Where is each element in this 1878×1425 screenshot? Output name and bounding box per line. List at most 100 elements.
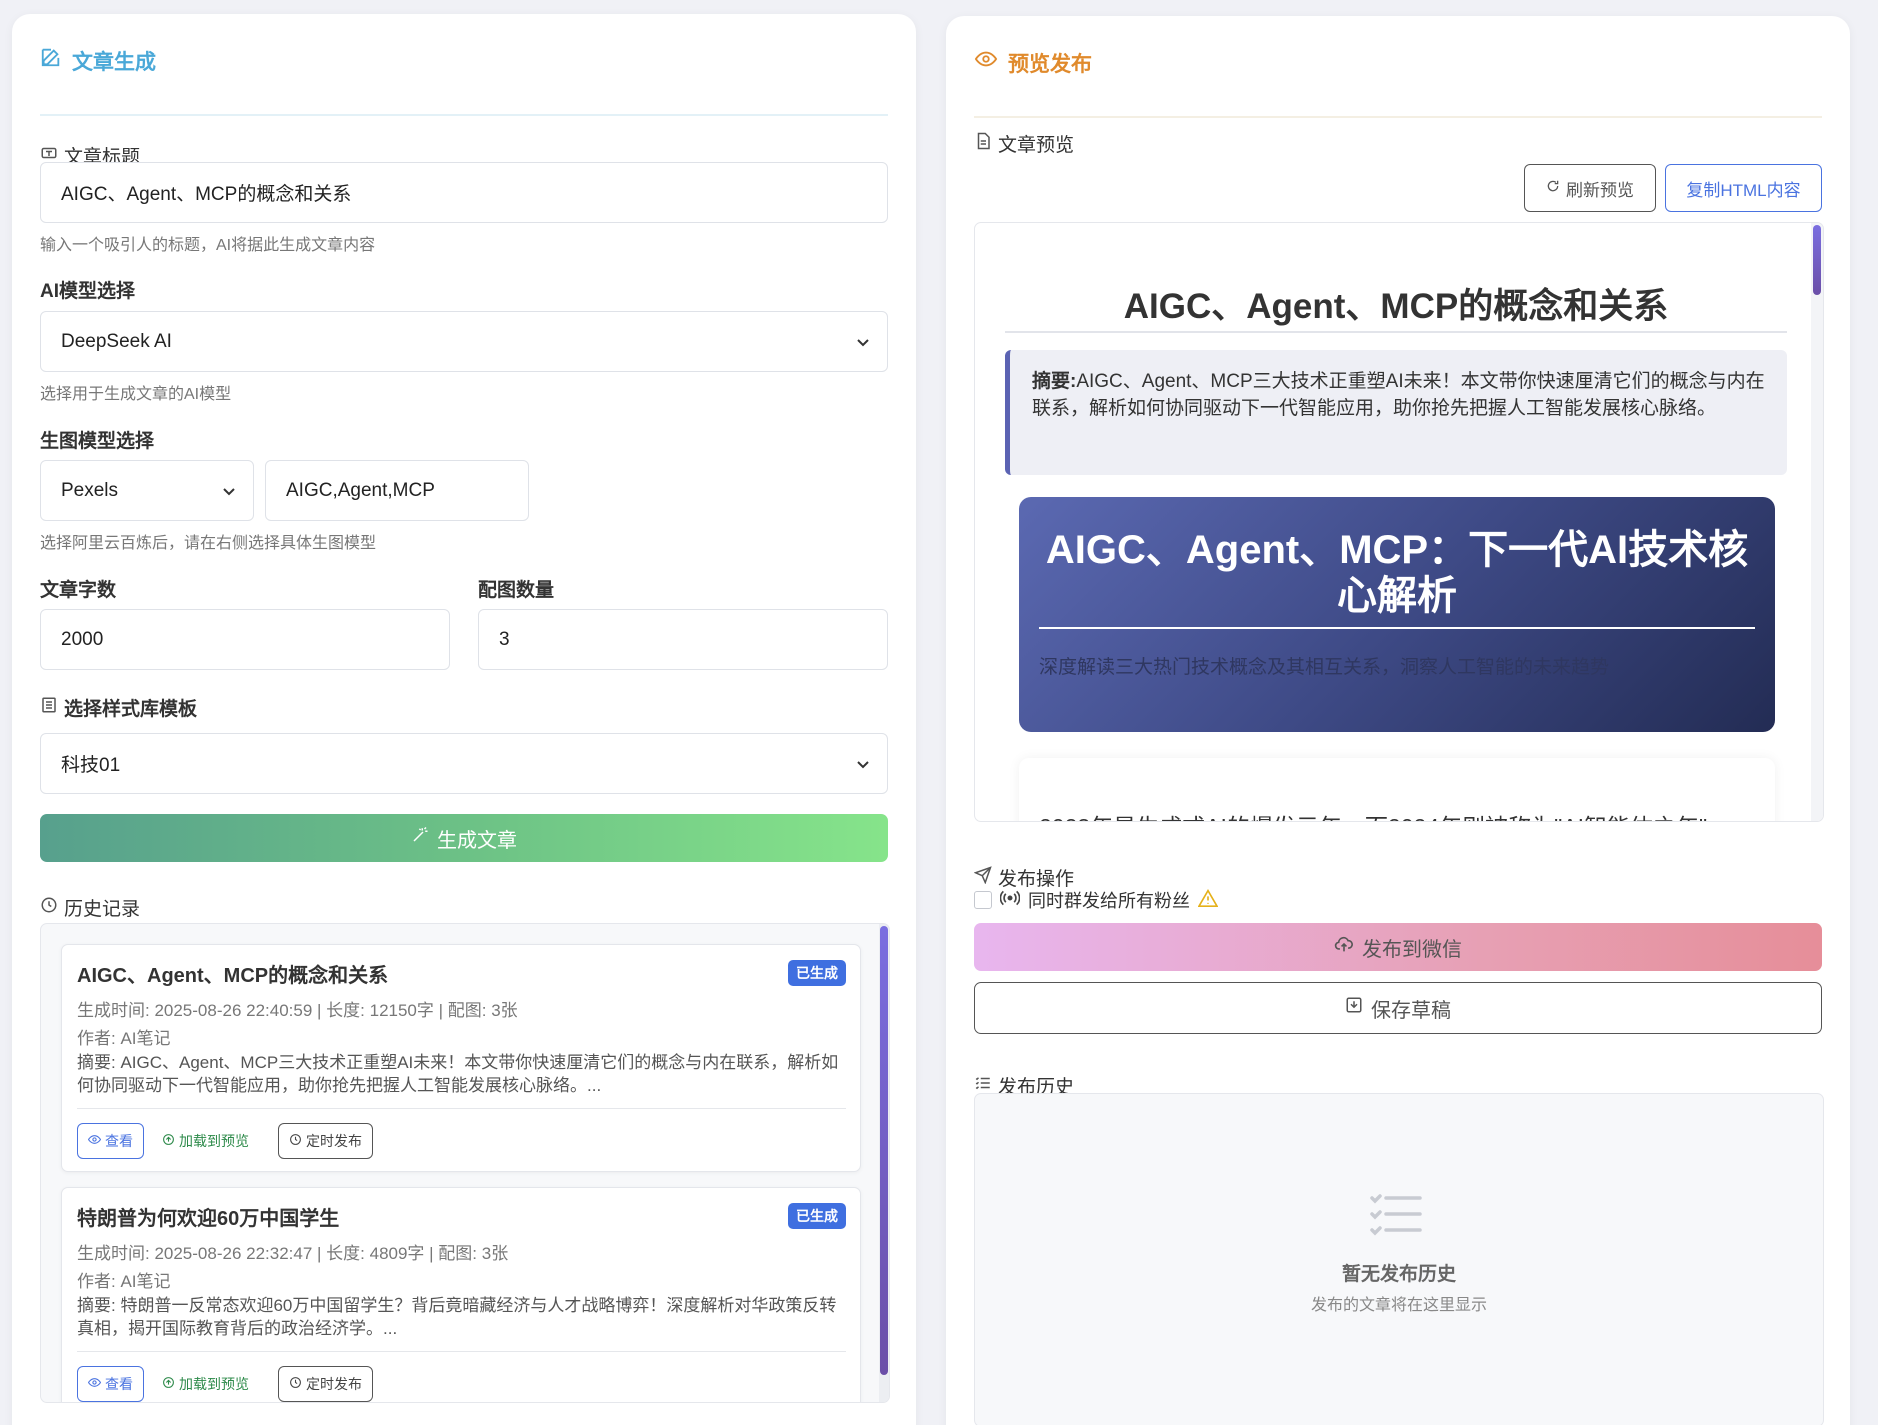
copy-html-button[interactable]: 复制HTML内容	[1665, 164, 1822, 212]
document-icon	[974, 132, 992, 156]
eye-icon	[87, 1133, 102, 1149]
schedule-label: 定时发布	[306, 1133, 362, 1149]
image-count-label: 配图数量	[478, 580, 555, 601]
clock-icon	[289, 1376, 302, 1392]
ai-model-value: DeepSeek AI	[61, 330, 172, 352]
load-to-preview-button[interactable]: 加载到预览	[152, 1366, 259, 1402]
load-to-preview-button[interactable]: 加载到预览	[152, 1123, 259, 1159]
preview-scrollbar-thumb[interactable]	[1813, 225, 1821, 295]
history-item-title: AIGC、Agent、MCP的概念和关系	[77, 965, 389, 987]
history-list[interactable]: AIGC、Agent、MCP的概念和关系 已生成 生成时间: 2025-08-2…	[40, 923, 890, 1403]
history-item-summary: 摘要: AIGC、Agent、MCP三大技术正重塑AI未来！本文带你快速厘清它们…	[77, 1053, 839, 1095]
history-item: 特朗普为何欢迎60万中国学生 已生成 生成时间: 2025-08-26 22:3…	[61, 1187, 861, 1402]
history-item-summary: 摘要: 特朗普一反常态欢迎60万中国留学生？背后竟暗藏经济与人才战略博弈！深度解…	[77, 1296, 837, 1338]
status-badge: 已生成	[788, 960, 846, 986]
generation-panel-title: 文章生成	[72, 51, 156, 74]
history-item-divider	[77, 1351, 846, 1352]
publish-to-wechat-button[interactable]: 发布到微信	[974, 923, 1822, 971]
word-count-label: 文章字数	[40, 580, 117, 601]
article-preview-frame[interactable]: AIGC、Agent、MCP的概念和关系 摘要:AIGC、Agent、MCP三大…	[974, 222, 1824, 822]
refresh-preview-label: 刷新预览	[1566, 180, 1634, 200]
preview-summary-box: 摘要:AIGC、Agent、MCP三大技术正重塑AI未来！本文带你快速厘清它们的…	[1005, 350, 1787, 475]
save-draft-label: 保存草稿	[1371, 999, 1451, 1022]
schedule-label: 定时发布	[306, 1376, 362, 1392]
empty-hint: 发布的文章将在这里显示	[1310, 1297, 1487, 1314]
image-keywords-input[interactable]: AIGC,Agent,MCP	[265, 460, 529, 521]
eye-icon	[974, 48, 998, 76]
refresh-icon	[1546, 178, 1560, 198]
template-select[interactable]: 科技01	[40, 733, 888, 794]
preview-publish-panel: 预览发布 文章预览 刷新预览 复制HTML内容 AIGC、Agent、MCP的概…	[946, 16, 1850, 1425]
save-draft-button[interactable]: 保存草稿	[974, 982, 1822, 1034]
chevron-down-icon	[855, 334, 871, 350]
generate-article-button[interactable]: 生成文章	[40, 814, 888, 862]
upload-circle-icon	[162, 1376, 175, 1392]
preview-article-title: AIGC、Agent、MCP的概念和关系	[1123, 287, 1669, 326]
history-scrollbar-thumb[interactable]	[880, 926, 888, 1375]
publish-history-empty-state: 暂无发布历史 发布的文章将在这里显示	[974, 1093, 1824, 1425]
clock-icon	[40, 896, 58, 920]
generate-article-label: 生成文章	[437, 829, 517, 852]
load-label: 加载到预览	[179, 1376, 249, 1392]
history-item-title: 特朗普为何欢迎60万中国学生	[77, 1208, 340, 1230]
publish-to-wechat-label: 发布到微信	[1362, 938, 1462, 961]
preview-panel-title: 预览发布	[1008, 53, 1092, 76]
preview-label-text: 文章预览	[998, 135, 1075, 156]
ai-model-label: AI模型选择	[40, 281, 136, 302]
image-count-input[interactable]: 3	[478, 609, 888, 670]
schedule-publish-button[interactable]: 定时发布	[278, 1366, 373, 1402]
view-button[interactable]: 查看	[77, 1366, 144, 1402]
upload-circle-icon	[162, 1133, 175, 1149]
history-item-divider	[77, 1108, 846, 1109]
history-label-text: 历史记录	[64, 899, 141, 920]
preview-label: 文章预览	[974, 130, 1074, 157]
view-button[interactable]: 查看	[77, 1123, 144, 1159]
image-keywords-value: AIGC,Agent,MCP	[286, 479, 435, 501]
schedule-publish-button[interactable]: 定时发布	[278, 1123, 373, 1159]
title-input-value: AIGC、Agent、MCP的概念和关系	[61, 184, 352, 205]
cloud-upload-icon	[1334, 935, 1354, 959]
chevron-down-icon	[221, 483, 237, 499]
image-count-value: 3	[499, 628, 510, 650]
send-icon	[973, 865, 992, 890]
article-generation-panel: 文章生成 文章标题 AIGC、Agent、MCP的概念和关系 输入一个吸引人的标…	[12, 14, 916, 1425]
header-divider	[40, 114, 888, 116]
image-model-select[interactable]: Pexels	[40, 460, 254, 521]
preview-scrollbar-track[interactable]	[1811, 223, 1823, 821]
preview-hero-subtitle: 深度解读三大热门技术概念及其相互关系，洞察人工智能的未来趋势	[1039, 657, 1610, 678]
title-hint: 输入一个吸引人的标题，AI将据此生成文章内容	[40, 237, 376, 254]
preview-body-card: 2023年是生成式AI的爆发元年，而2024年则被称为"AI智能体之年"。	[1019, 758, 1775, 821]
view-label: 查看	[105, 1133, 133, 1149]
template-icon	[40, 696, 58, 720]
ai-model-hint: 选择用于生成文章的AI模型	[40, 386, 232, 403]
preview-panel-header: 预览发布	[974, 48, 1822, 118]
header-divider	[974, 116, 1822, 118]
edit-icon	[40, 46, 62, 74]
empty-title: 暂无发布历史	[1341, 1264, 1456, 1285]
ai-model-select[interactable]: DeepSeek AI	[40, 311, 888, 372]
empty-list-icon	[1368, 1192, 1424, 1241]
history-item-author: 作者: AI笔记	[77, 1029, 171, 1048]
refresh-preview-button[interactable]: 刷新预览	[1524, 164, 1656, 212]
clock-icon	[289, 1133, 302, 1149]
preview-hero-banner: AIGC、Agent、MCP：下一代AI技术核心解析 深度解读三大热门技术概念及…	[1019, 497, 1775, 732]
history-item-meta: 生成时间: 2025-08-26 22:32:47 | 长度: 4809字 | …	[77, 1244, 509, 1263]
preview-summary-label: 摘要:	[1032, 371, 1077, 392]
preview-title-divider	[1005, 331, 1787, 333]
broadcast-option: 同时群发给所有粉丝	[974, 887, 1219, 913]
magic-wand-icon	[411, 826, 429, 850]
generation-panel-header: 文章生成	[40, 46, 888, 116]
word-count-input[interactable]: 2000	[40, 609, 450, 670]
history-item-author: 作者: AI笔记	[77, 1272, 171, 1291]
preview-body-text: 2023年是生成式AI的爆发元年，而2024年则被称为"AI智能体之年"。	[1039, 808, 1730, 821]
view-label: 查看	[105, 1376, 133, 1392]
title-input[interactable]: AIGC、Agent、MCP的概念和关系	[40, 162, 888, 223]
history-label: 历史记录	[40, 894, 140, 921]
preview-summary-text: AIGC、Agent、MCP三大技术正重塑AI未来！本文带你快速厘清它们的概念与…	[1032, 371, 1765, 419]
load-label: 加载到预览	[179, 1133, 249, 1149]
history-item: AIGC、Agent、MCP的概念和关系 已生成 生成时间: 2025-08-2…	[61, 944, 861, 1172]
broadcast-checkbox[interactable]	[974, 891, 992, 909]
preview-hero-title: AIGC、Agent、MCP：下一代AI技术核心解析	[1045, 528, 1749, 618]
eye-icon	[87, 1376, 102, 1392]
chevron-down-icon	[855, 756, 871, 772]
